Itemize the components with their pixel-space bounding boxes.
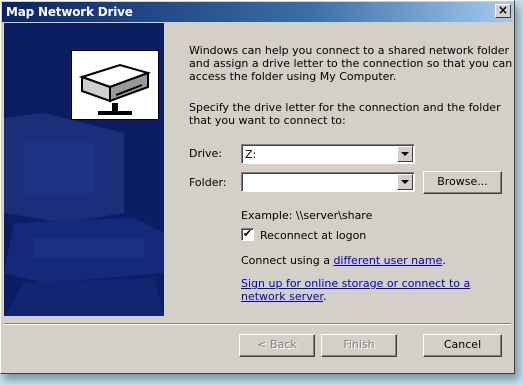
different-user-name-link[interactable]: different user name: [333, 254, 442, 267]
cancel-button[interactable]: Cancel: [423, 334, 502, 357]
reconnect-checkbox[interactable]: ✔: [241, 228, 254, 241]
close-button[interactable]: ×: [495, 4, 511, 18]
drive-label: Drive:: [189, 147, 223, 160]
network-drive-icon: [71, 50, 159, 120]
signup-suffix: .: [322, 290, 327, 303]
browse-button[interactable]: Browse...: [423, 171, 502, 194]
checkmark-icon: ✔: [242, 227, 253, 240]
side-panel-illustration: [4, 23, 164, 316]
map-network-drive-dialog: Map Network Drive × Windows can help you…: [0, 0, 515, 374]
chevron-down-icon[interactable]: [397, 174, 413, 190]
folder-label: Folder:: [189, 176, 227, 189]
close-icon: ×: [497, 3, 509, 17]
reconnect-label[interactable]: Reconnect at logon: [260, 229, 366, 242]
intro-text: Windows can help you connect to a shared…: [189, 44, 513, 83]
footer-separator: [4, 323, 511, 325]
connect-prefix: Connect using a: [241, 254, 334, 267]
window-title: Map Network Drive: [6, 5, 133, 19]
chevron-down-icon[interactable]: [397, 146, 413, 162]
back-button[interactable]: < Back: [239, 334, 315, 357]
connect-using-text: Connect using a different user name.: [241, 254, 446, 267]
signup-text: Sign up for online storage or connect to…: [241, 277, 491, 303]
title-bar[interactable]: Map Network Drive ×: [2, 2, 513, 22]
drive-select-value: Z:: [245, 148, 257, 161]
folder-input[interactable]: [241, 172, 415, 192]
connect-suffix: .: [442, 254, 446, 267]
signup-link[interactable]: Sign up for online storage or connect to…: [241, 277, 470, 303]
drive-select[interactable]: Z:: [241, 144, 415, 164]
example-text: Example: \\server\share: [241, 209, 373, 222]
instructions-text: Specify the drive letter for the connect…: [189, 101, 501, 127]
finish-button[interactable]: Finish: [321, 334, 397, 357]
